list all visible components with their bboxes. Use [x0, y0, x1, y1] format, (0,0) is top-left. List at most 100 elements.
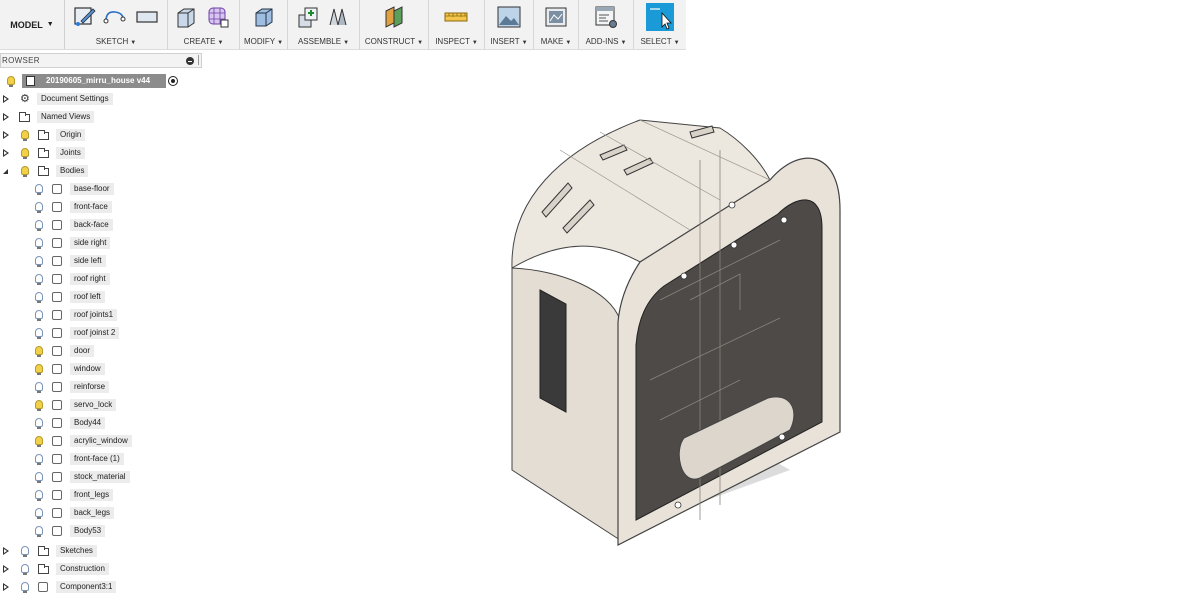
body-item[interactable]: front-face (1) [0, 451, 200, 467]
body-icon [52, 310, 62, 320]
body-item[interactable]: back-face [0, 217, 200, 233]
chevron-down-icon: ▼ [620, 40, 627, 46]
browser-item-document-settings[interactable]: ⚙ Document Settings [0, 91, 200, 107]
create-group[interactable]: CREATE ▼ [168, 0, 240, 49]
collapse-triangle-icon[interactable] [3, 169, 8, 174]
visibility-bulb-icon[interactable] [21, 582, 29, 593]
panel-resize-handle[interactable] [198, 55, 199, 65]
visibility-bulb-icon[interactable] [35, 400, 43, 411]
browser-item-component[interactable]: Component3:1 [0, 579, 200, 595]
workspace-mode-dropdown[interactable]: MODEL ▼ [0, 0, 65, 49]
assemble-group[interactable]: ASSEMBLE ▼ [288, 0, 360, 49]
scripts-icon[interactable] [594, 5, 618, 29]
visibility-bulb-icon[interactable] [35, 256, 43, 267]
insert-image-icon[interactable] [497, 5, 521, 29]
inspect-group[interactable]: INSPECT ▼ [429, 0, 485, 49]
joint-icon[interactable] [326, 5, 350, 29]
body-item[interactable]: servo_lock [0, 397, 200, 413]
visibility-bulb-icon[interactable] [35, 184, 43, 195]
body-item[interactable]: side right [0, 235, 200, 251]
visibility-bulb-icon[interactable] [35, 418, 43, 429]
body-icon [52, 472, 62, 482]
body-item[interactable]: Body44 [0, 415, 200, 431]
body-item[interactable]: roof right [0, 271, 200, 287]
expand-triangle-icon[interactable] [3, 547, 9, 555]
add-ins-group[interactable]: ADD-INS ▼ [579, 0, 634, 49]
body-item[interactable]: roof joints1 [0, 307, 200, 323]
body-item[interactable]: back_legs [0, 505, 200, 521]
visibility-bulb-icon[interactable] [35, 454, 43, 465]
body-item[interactable]: front-face [0, 199, 200, 215]
visibility-bulb-icon[interactable] [35, 202, 43, 213]
visibility-bulb-icon[interactable] [35, 508, 43, 519]
body-item[interactable]: roof joinst 2 [0, 325, 200, 341]
browser-item-named-views[interactable]: Named Views [0, 109, 200, 125]
browser-root-row[interactable]: 20190605_mirru_house v44 [0, 73, 190, 89]
make-group[interactable]: MAKE ▼ [534, 0, 579, 49]
insert-group[interactable]: INSERT ▼ [485, 0, 534, 49]
expand-triangle-icon[interactable] [3, 131, 9, 139]
body-item[interactable]: front_legs [0, 487, 200, 503]
visibility-bulb-icon[interactable] [35, 220, 43, 231]
3d-print-icon[interactable] [544, 5, 568, 29]
expand-triangle-icon[interactable] [3, 95, 9, 103]
new-component-icon[interactable] [296, 5, 320, 29]
visibility-bulb-icon[interactable] [35, 238, 43, 249]
offset-plane-icon[interactable] [382, 5, 406, 29]
body-icon [52, 220, 62, 230]
body-icon [52, 526, 62, 536]
expand-triangle-icon[interactable] [3, 113, 9, 121]
visibility-bulb-icon[interactable] [35, 526, 43, 537]
visibility-bulb-icon[interactable] [35, 346, 43, 357]
visibility-bulb-icon[interactable] [35, 472, 43, 483]
form-icon[interactable] [206, 5, 230, 29]
expand-triangle-icon[interactable] [3, 149, 9, 157]
visibility-bulb-icon[interactable] [7, 76, 15, 87]
body-item[interactable]: base-floor [0, 181, 200, 197]
expand-triangle-icon[interactable] [3, 565, 9, 573]
body-item[interactable]: acrylic_window [0, 433, 200, 449]
collapse-panel-icon[interactable] [186, 57, 194, 65]
rectangle-icon[interactable] [135, 5, 159, 29]
extrude-icon[interactable] [174, 5, 198, 29]
sketch-curve-icon[interactable] [103, 5, 127, 29]
select-group[interactable]: SELECT ▼ [634, 0, 686, 49]
construct-group[interactable]: CONSTRUCT ▼ [360, 0, 429, 49]
browser-item-origin[interactable]: Origin [0, 127, 200, 143]
visibility-bulb-icon[interactable] [35, 364, 43, 375]
modify-group[interactable]: MODIFY ▼ [240, 0, 288, 49]
body-item[interactable]: door [0, 343, 200, 359]
visibility-bulb-icon[interactable] [35, 274, 43, 285]
visibility-bulb-icon[interactable] [21, 130, 29, 141]
visibility-bulb-icon[interactable] [35, 328, 43, 339]
visibility-bulb-icon[interactable] [35, 436, 43, 447]
visibility-bulb-icon[interactable] [35, 292, 43, 303]
sketch-group[interactable]: SKETCH ▼ [65, 0, 168, 49]
select-cursor-icon[interactable] [646, 3, 674, 31]
visibility-bulb-icon[interactable] [21, 546, 29, 557]
visibility-bulb-icon[interactable] [21, 564, 29, 575]
activate-radio-icon[interactable] [168, 76, 178, 86]
visibility-bulb-icon[interactable] [35, 382, 43, 393]
create-sketch-icon[interactable] [73, 5, 97, 29]
canvas-viewport[interactable] [440, 60, 1200, 600]
browser-item-construction[interactable]: Construction [0, 561, 200, 577]
body-item[interactable]: Body53 [0, 523, 200, 539]
visibility-bulb-icon[interactable] [35, 490, 43, 501]
expand-triangle-icon[interactable] [3, 583, 9, 591]
browser-item-sketches[interactable]: Sketches [0, 543, 200, 559]
house-model[interactable] [440, 60, 1200, 600]
body-item[interactable]: stock_material [0, 469, 200, 485]
body-icon [52, 508, 62, 518]
browser-item-bodies[interactable]: Bodies [0, 163, 200, 179]
body-item[interactable]: reinforse [0, 379, 200, 395]
body-item[interactable]: window [0, 361, 200, 377]
visibility-bulb-icon[interactable] [21, 148, 29, 159]
measure-icon[interactable] [444, 5, 468, 29]
press-pull-icon[interactable] [251, 5, 275, 29]
visibility-bulb-icon[interactable] [21, 166, 29, 177]
browser-item-joints[interactable]: Joints [0, 145, 200, 161]
body-item[interactable]: side left [0, 253, 200, 269]
visibility-bulb-icon[interactable] [35, 310, 43, 321]
body-item[interactable]: roof left [0, 289, 200, 305]
